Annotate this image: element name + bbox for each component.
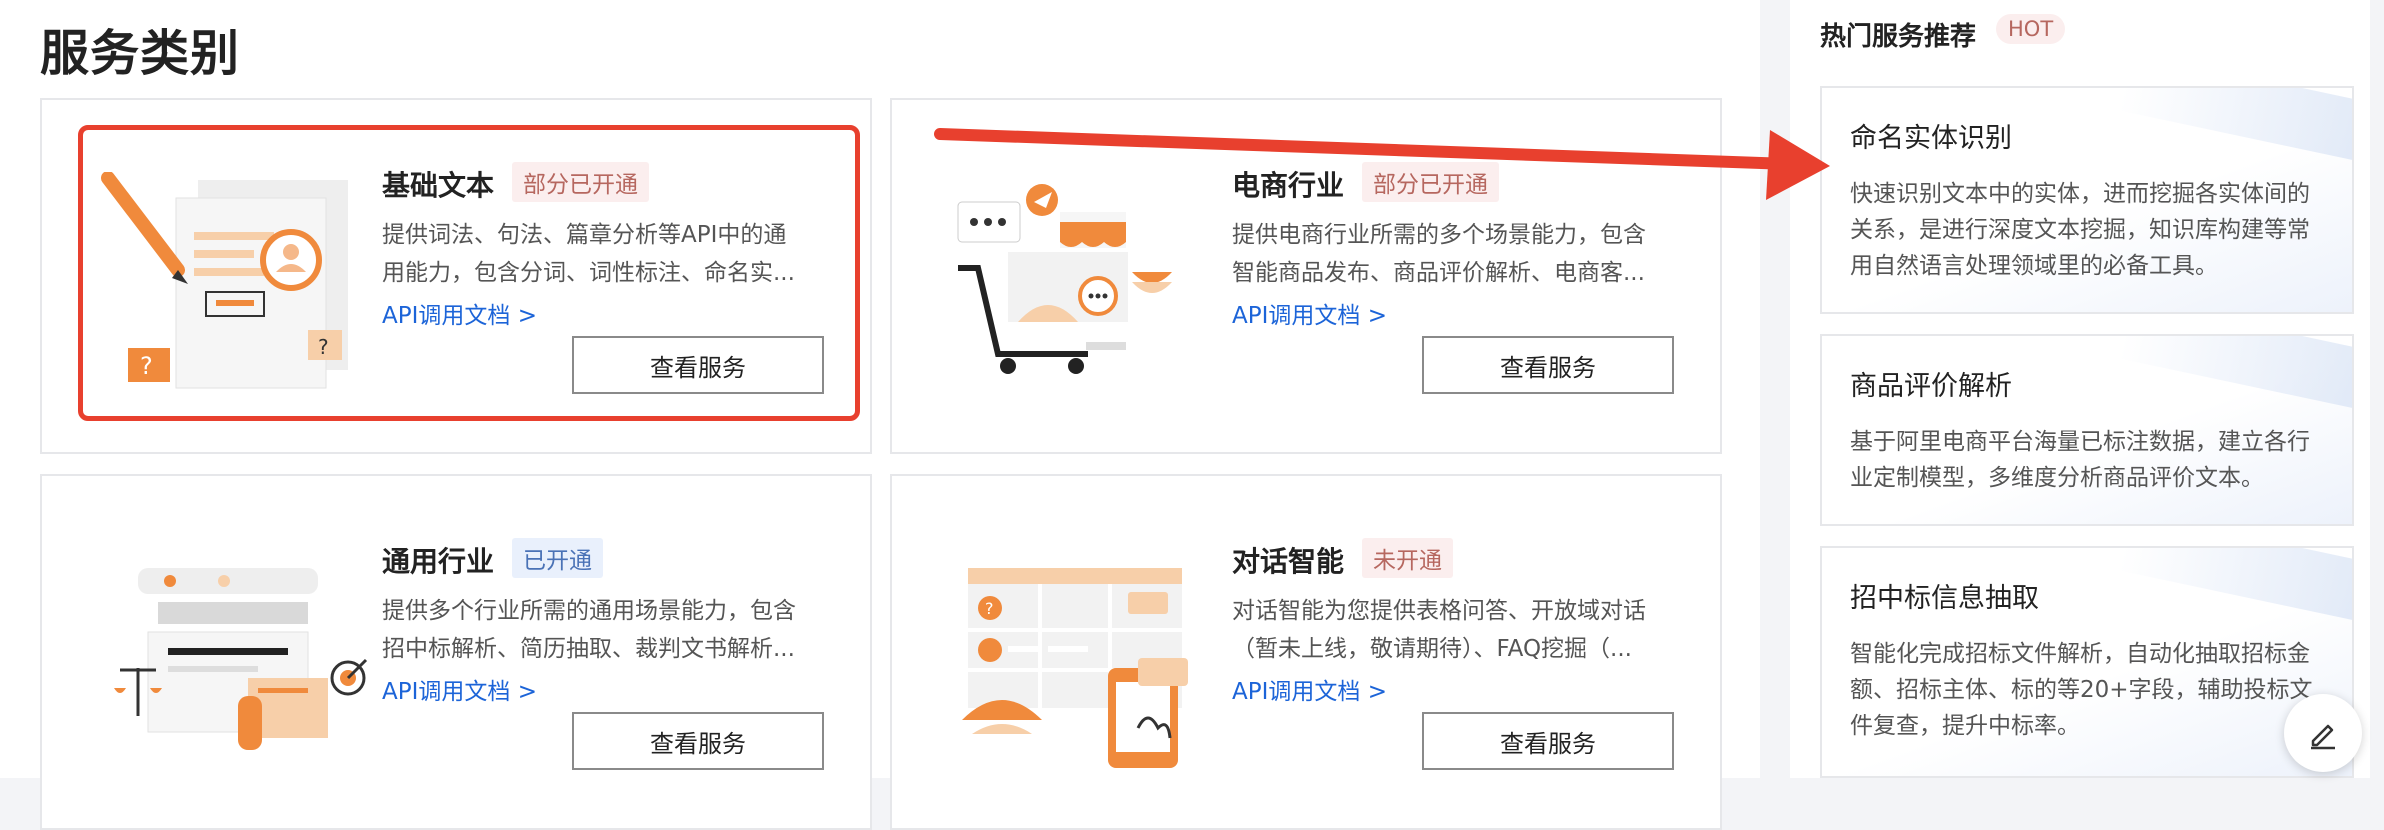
sidebar-title: 热门服务推荐 — [1820, 22, 1977, 52]
api-docs-link[interactable]: API调用文档 > — [1232, 672, 1387, 706]
hot-service-description: 智能化完成招标文件解析，自动化抽取招标金额、招标主体、标的等20+字段，辅助投标… — [1850, 641, 2313, 739]
card-description-line: 智能商品发布、商品评价解析、电商客... — [1232, 260, 1645, 286]
decorative-stripe — [2118, 88, 2352, 165]
card-description: 提供多个行业所需的通用场景能力，包含 招中标解析、简历抽取、裁判文书解析... — [382, 592, 818, 668]
card-description-line: 对话智能为您提供表格问答、开放域对话 — [1232, 598, 1646, 624]
view-service-button[interactable]: 查看服务 — [1422, 336, 1674, 394]
card-description: 提供电商行业所需的多个场景能力，包含 智能商品发布、商品评价解析、电商客... — [1232, 216, 1668, 292]
service-card-basic-text: ? ? 基础文本 部分已开通 提供词法、句法、篇章分析等API中的通 用能力，包… — [40, 98, 872, 454]
svg-text:?: ? — [318, 335, 329, 359]
edit-pencil-icon — [2311, 724, 2335, 750]
card-title: 通用行业 — [382, 545, 495, 578]
card-description-line: 招中标解析、简历抽取、裁判文书解析... — [382, 636, 795, 662]
status-badge: 部分已开通 — [1362, 162, 1499, 202]
card-description-line: 提供电商行业所需的多个场景能力，包含 — [1232, 222, 1646, 248]
hot-service-title: 命名实体识别 — [1850, 123, 2012, 154]
view-service-button[interactable]: 查看服务 — [1422, 712, 1674, 770]
card-description: 提供词法、句法、篇章分析等API中的通 用能力，包含分词、词性标注、命名实... — [382, 216, 818, 292]
card-description-line: 提供多个行业所需的通用场景能力，包含 — [382, 598, 796, 624]
hot-badge: HOT — [1996, 14, 2066, 44]
api-docs-link[interactable]: API调用文档 > — [382, 296, 537, 330]
api-docs-link[interactable]: API调用文档 > — [1232, 296, 1387, 330]
svg-text:?: ? — [140, 352, 153, 380]
card-description-line: （暂未上线，敬请期待）、FAQ挖掘（... — [1232, 636, 1632, 662]
service-categories-panel: 服务类别 ? ? 基础文本 部分已开通 提供词法、句法、篇章分析等API中的通 … — [0, 0, 1760, 830]
service-card-dialogue-intelligence: ? 对话智能 未开通 对话智能为您提供表格问答、开放域对话 （暂未上线，敬请期待… — [890, 474, 1722, 830]
hot-service-description: 快速识别文本中的实体，进而挖掘各实体间的关系，是进行深度文本挖掘，知识库构建等常… — [1850, 181, 2310, 279]
card-description-line: 用能力，包含分词、词性标注、命名实... — [382, 260, 795, 286]
api-docs-link[interactable]: API调用文档 > — [382, 672, 537, 706]
decorative-stripe — [2118, 548, 2352, 625]
hot-service-item[interactable]: 命名实体识别 快速识别文本中的实体，进而挖掘各实体间的关系，是进行深度文本挖掘，… — [1820, 86, 2354, 314]
ecommerce-illustration — [957, 184, 1172, 374]
hot-service-item[interactable]: 商品评价解析 基于阿里电商平台海量已标注数据，建立各行业定制模型，多维度分析商品… — [1820, 334, 2354, 526]
dialogue-illustration: ? — [962, 568, 1188, 768]
hot-service-item[interactable]: 招中标信息抽取 智能化完成招标文件解析，自动化抽取招标金额、招标主体、标的等20… — [1820, 546, 2354, 778]
hot-services-sidebar: 热门服务推荐 HOT 命名实体识别 快速识别文本中的实体，进而挖掘各实体间的关系… — [1790, 0, 2370, 778]
card-title: 电商行业 — [1232, 169, 1345, 202]
svg-text:?: ? — [985, 599, 994, 618]
service-card-general-industry: 通用行业 已开通 提供多个行业所需的通用场景能力，包含 招中标解析、简历抽取、裁… — [40, 474, 872, 830]
card-title: 基础文本 — [382, 169, 495, 202]
hot-service-description: 基于阿里电商平台海量已标注数据，建立各行业定制模型，多维度分析商品评价文本。 — [1850, 429, 2310, 491]
general-industry-illustration — [114, 568, 368, 750]
card-description: 对话智能为您提供表格问答、开放域对话 （暂未上线，敬请期待）、FAQ挖掘（... — [1232, 592, 1668, 668]
status-badge: 已开通 — [512, 538, 603, 578]
service-card-ecommerce: 电商行业 部分已开通 提供电商行业所需的多个场景能力，包含 智能商品发布、商品评… — [890, 98, 1722, 454]
view-service-button[interactable]: 查看服务 — [572, 712, 824, 770]
status-badge: 部分已开通 — [512, 162, 649, 202]
page-title: 服务类别 — [40, 25, 241, 82]
hot-service-title: 商品评价解析 — [1850, 371, 2012, 402]
view-service-button[interactable]: 查看服务 — [572, 336, 824, 394]
status-badge: 未开通 — [1362, 538, 1453, 578]
decorative-stripe — [2118, 336, 2352, 413]
edit-button[interactable] — [2284, 694, 2362, 772]
card-description-line: 提供词法、句法、篇章分析等API中的通 — [382, 222, 787, 248]
hot-service-title: 招中标信息抽取 — [1850, 583, 2039, 614]
basic-text-illustration: ? ? — [101, 172, 348, 389]
card-title: 对话智能 — [1232, 545, 1345, 578]
